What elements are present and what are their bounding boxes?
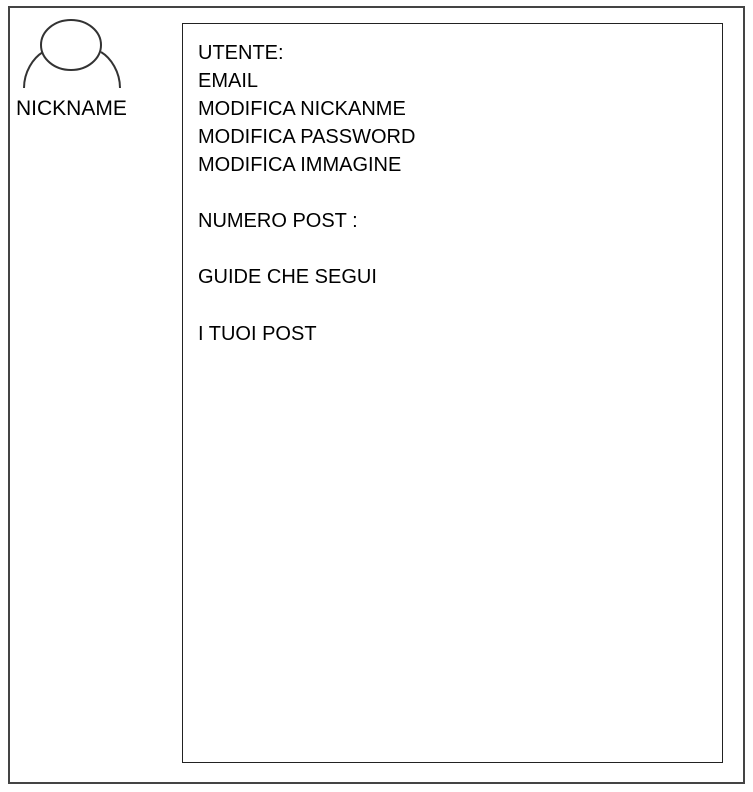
followed-guides-link[interactable]: GUIDE CHE SEGUI (198, 265, 377, 289)
edit-image-link[interactable]: MODIFICA IMMAGINE (198, 153, 401, 177)
post-count-label: NUMERO POST : (198, 210, 358, 232)
nickname-label: NICKNAME (16, 97, 127, 120)
your-posts-link[interactable]: I TUOI POST (198, 322, 317, 346)
utente-label: UTENTE: (198, 42, 284, 64)
user-avatar-icon[interactable] (21, 18, 123, 90)
edit-password-link[interactable]: MODIFICA PASSWORD (198, 125, 415, 149)
email-label: EMAIL (198, 70, 259, 92)
edit-nickname-link[interactable]: MODIFICA NICKANME (198, 97, 406, 121)
